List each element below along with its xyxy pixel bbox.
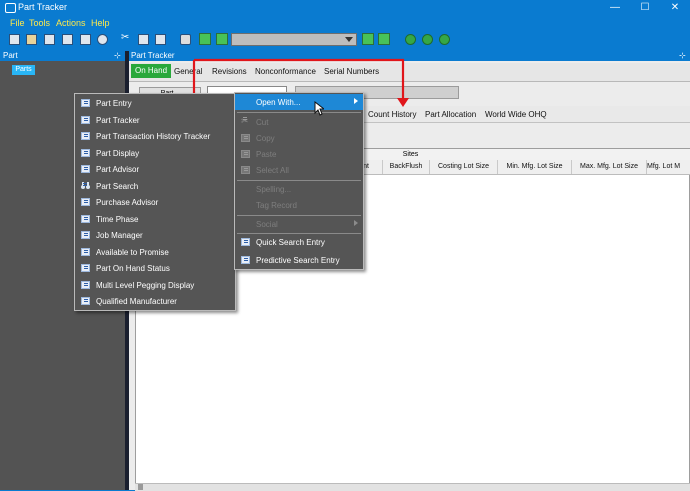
menu-item-label: Quick Search Entry xyxy=(256,238,325,247)
menu-item-label: Open With... xyxy=(256,98,301,107)
menu-item-copy: Copy xyxy=(235,130,363,146)
form-icon xyxy=(81,198,90,206)
open-with-submenu: Part Entry Part Tracker Part Transaction… xyxy=(74,93,236,311)
menu-item-available-to-promise[interactable]: Available to Promise xyxy=(75,244,235,260)
menu-item-label: Available to Promise xyxy=(96,248,169,257)
menu-item-open-with[interactable]: Open With... xyxy=(235,94,363,110)
menu-item-part-display[interactable]: Part Display xyxy=(75,145,235,161)
form-icon xyxy=(81,281,90,289)
menu-item-label: Part Tracker xyxy=(96,116,140,125)
menu-item-part-transaction-history-tracker[interactable]: Part Transaction History Tracker xyxy=(75,128,235,144)
form-icon xyxy=(81,132,90,140)
form-icon xyxy=(81,297,90,305)
menu-item-quick-search-entry[interactable]: Quick Search Entry xyxy=(235,234,363,250)
menu-item-label: Job Manager xyxy=(96,231,143,240)
menu-item-label: Part Search xyxy=(96,182,139,191)
menu-item-label: Predictive Search Entry xyxy=(256,256,340,265)
submenu-arrow-icon xyxy=(354,98,358,104)
menu-item-job-manager[interactable]: Job Manager xyxy=(75,227,235,243)
menu-separator xyxy=(237,112,361,113)
form-icon xyxy=(81,116,90,124)
menu-item-label: Part Entry xyxy=(96,99,132,108)
menu-item-multi-level-pegging-display[interactable]: Multi Level Pegging Display xyxy=(75,277,235,293)
form-icon xyxy=(81,231,90,239)
menu-item-label: Multi Level Pegging Display xyxy=(96,281,195,290)
form-icon xyxy=(81,149,90,157)
menu-item-predictive-search-entry[interactable]: Predictive Search Entry xyxy=(235,252,363,268)
menu-item-label: Cut xyxy=(256,118,269,127)
form-icon xyxy=(81,215,90,223)
menu-item-tag-record: Tag Record xyxy=(235,197,363,213)
menu-item-qualified-manufacturer[interactable]: Qualified Manufacturer xyxy=(75,293,235,309)
menu-item-part-search[interactable]: Part Search xyxy=(75,178,235,194)
arrow-head-right xyxy=(397,98,409,107)
menu-item-label: Part Transaction History Tracker xyxy=(96,132,211,141)
copy-icon xyxy=(241,134,250,142)
menu-item-time-phase[interactable]: Time Phase xyxy=(75,211,235,227)
menu-item-label: Spelling... xyxy=(256,185,292,194)
menu-item-label: Purchase Advisor xyxy=(96,198,159,207)
menu-item-label: Social xyxy=(256,220,278,229)
menu-item-label: Select All xyxy=(256,166,289,175)
select-all-icon xyxy=(241,166,250,174)
binoculars-icon xyxy=(81,182,90,190)
form-icon xyxy=(81,99,90,107)
scissors-icon: ✂ xyxy=(241,116,249,126)
form-icon xyxy=(81,165,90,173)
menu-item-part-advisor[interactable]: Part Advisor xyxy=(75,161,235,177)
menu-item-label: Part On Hand Status xyxy=(96,264,170,273)
form-icon xyxy=(81,248,90,256)
menu-item-label: Qualified Manufacturer xyxy=(96,297,177,306)
form-icon xyxy=(81,264,90,272)
menu-item-label: Part Advisor xyxy=(96,165,140,174)
form-icon xyxy=(241,238,250,246)
submenu-arrow-icon xyxy=(354,220,358,226)
menu-item-label: Copy xyxy=(256,134,275,143)
menu-item-label: Paste xyxy=(256,150,277,159)
part-context-menu: Open With... ✂ Cut Copy Paste Select All … xyxy=(234,92,364,270)
menu-item-spelling: Spelling... xyxy=(235,181,363,197)
menu-item-label: Tag Record xyxy=(256,201,297,210)
paste-icon xyxy=(241,150,250,158)
menu-item-label: Part Display xyxy=(96,149,140,158)
menu-item-part-tracker[interactable]: Part Tracker xyxy=(75,112,235,128)
menu-item-social: Social xyxy=(235,216,363,232)
menu-item-select-all: Select All xyxy=(235,162,363,178)
menu-item-label: Time Phase xyxy=(96,215,139,224)
mouse-cursor-icon xyxy=(314,101,324,116)
form-icon xyxy=(241,256,250,264)
menu-item-paste: Paste xyxy=(235,146,363,162)
menu-item-purchase-advisor[interactable]: Purchase Advisor xyxy=(75,194,235,210)
menu-item-cut: ✂ Cut xyxy=(235,114,363,130)
menu-item-part-on-hand-status[interactable]: Part On Hand Status xyxy=(75,260,235,276)
menu-item-part-entry[interactable]: Part Entry xyxy=(75,95,235,111)
